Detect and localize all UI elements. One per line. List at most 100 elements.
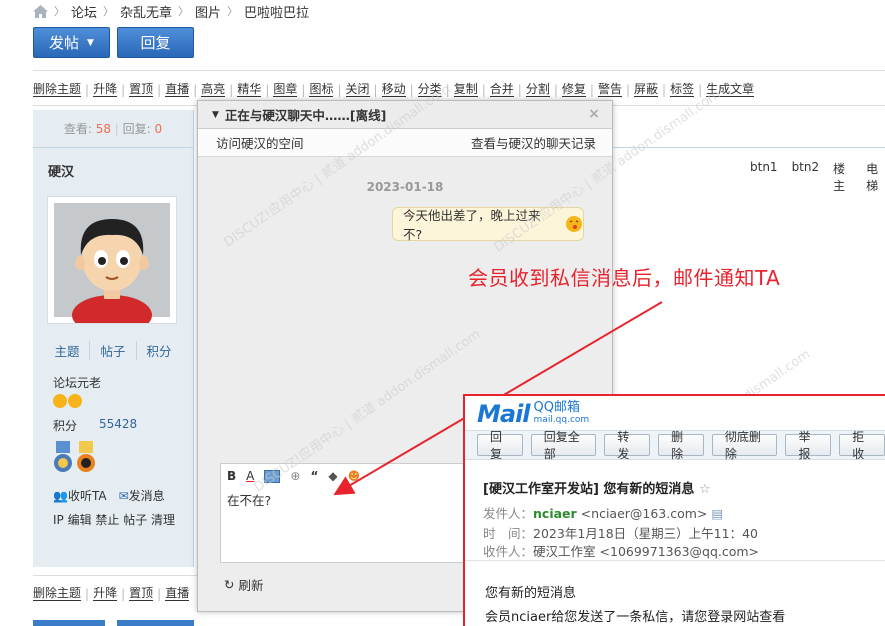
- mod-action[interactable]: 精华: [237, 83, 262, 97]
- chat-title: 正在与硬汉聊天中……[离线]: [224, 108, 387, 123]
- author-name[interactable]: 硬汉: [48, 161, 74, 180]
- mail-forward-button[interactable]: 转发: [604, 430, 651, 461]
- author-rank: 论坛元老: [53, 376, 102, 390]
- medal-icon[interactable]: [76, 441, 96, 473]
- contact-card-icon[interactable]: ▤: [711, 506, 723, 521]
- rank-stars: [53, 394, 82, 408]
- mod-action[interactable]: 置顶: [129, 587, 154, 601]
- mod-action[interactable]: 直播: [165, 83, 190, 97]
- author-link-threads[interactable]: 主题: [44, 341, 89, 360]
- mail-brand-name: QQ邮箱: [533, 400, 580, 415]
- quote-icon[interactable]: “: [310, 469, 318, 483]
- breadcrumb-item[interactable]: 论坛: [71, 2, 97, 21]
- mail-reply-button[interactable]: 回复: [477, 430, 523, 461]
- chat-title-bar[interactable]: ▼ 正在与硬汉聊天中……[离线] ×: [198, 101, 612, 129]
- font-color-icon[interactable]: A: [246, 469, 254, 483]
- mod-action[interactable]: 标签: [670, 83, 695, 97]
- mail-delete-button[interactable]: 删除: [658, 430, 704, 461]
- mod-action[interactable]: 图标: [309, 83, 334, 97]
- reply-button-bottom[interactable]: [117, 620, 194, 626]
- admin-links[interactable]: IP 编辑 禁止 帖子 清理: [53, 511, 175, 528]
- image-icon[interactable]: [264, 469, 281, 483]
- to-label: 收件人：: [483, 544, 534, 559]
- mod-action[interactable]: 复制: [453, 83, 478, 97]
- mod-action[interactable]: 分类: [417, 83, 442, 97]
- chat-history-link[interactable]: 查看与硬汉的聊天记录: [471, 133, 596, 152]
- replies-count: 0: [154, 121, 163, 136]
- from-address: <nciaer@163.com>: [580, 506, 708, 521]
- from-label: 发件人：: [483, 506, 534, 521]
- mod-action[interactable]: 修复: [561, 83, 586, 97]
- mail-body-line: 您有新的短消息: [485, 586, 577, 601]
- mod-action[interactable]: 删除主题: [33, 587, 82, 601]
- mod-action[interactable]: 图章: [273, 83, 298, 97]
- mod-toolbar-bottom: 删除主题 | 升降 | 置顶 | 直播: [33, 586, 190, 601]
- refresh-button[interactable]: ↻ 刷新: [224, 575, 264, 594]
- post-button-label: 发帖: [49, 34, 80, 52]
- author-points: 积分 55428: [53, 417, 137, 434]
- reply-button[interactable]: 回复: [117, 27, 194, 58]
- follow-link[interactable]: 👥收听TA: [53, 487, 107, 504]
- mod-action[interactable]: 分割: [525, 83, 550, 97]
- post-button[interactable]: 发帖 ▼: [33, 27, 110, 58]
- points-label: 积分: [53, 419, 78, 433]
- chevron-right-icon: 〉: [103, 5, 115, 18]
- mod-action[interactable]: 升降: [93, 83, 118, 97]
- replies-label: 回复:: [122, 122, 151, 136]
- mod-action[interactable]: 警告: [597, 83, 622, 97]
- mod-action[interactable]: 合并: [489, 83, 514, 97]
- link-icon[interactable]: ⊕: [290, 469, 300, 483]
- mod-action[interactable]: 屏蔽: [634, 83, 659, 97]
- mod-action[interactable]: 生成文章: [706, 83, 755, 97]
- mod-action[interactable]: 置顶: [129, 83, 154, 97]
- mail-subject-text: [硬汉工作室开发站] 您有新的短消息: [483, 482, 695, 497]
- from-name[interactable]: nciaer: [533, 506, 577, 521]
- mod-toolbar: 删除主题 | 升降 | 置顶 | 直播 | 高亮 | 精华 | 图章 | 图标 | 关闭 | 移动…: [33, 82, 755, 97]
- bold-icon[interactable]: B: [227, 469, 236, 483]
- mod-action[interactable]: 直播: [165, 587, 190, 601]
- kiss-emoji-icon: [566, 216, 583, 232]
- mod-action[interactable]: 移动: [381, 83, 406, 97]
- mail-report-button[interactable]: 举报: [785, 430, 832, 461]
- annotation-text: 会员收到私信消息后，邮件通知TA: [468, 266, 781, 290]
- medal-icon[interactable]: [53, 441, 73, 473]
- elevator-link[interactable]: 电梯: [866, 160, 885, 193]
- author-link-posts[interactable]: 帖子: [89, 341, 135, 360]
- avatar[interactable]: [47, 196, 177, 335]
- thread-stats: 查看: 58 | 回复: 0: [33, 110, 193, 148]
- post-button-bottom[interactable]: [33, 620, 105, 626]
- mod-action[interactable]: 关闭: [345, 83, 370, 97]
- mod-action[interactable]: 删除主题: [33, 83, 82, 97]
- author-actions: 👥收听TA ✉发消息: [53, 487, 165, 504]
- divider: [33, 70, 885, 71]
- mail-purge-button[interactable]: 彻底删除: [711, 430, 778, 461]
- post-button-1[interactable]: btn1: [750, 160, 778, 176]
- mail-brand-domain: mail.qq.com: [533, 415, 590, 425]
- author-link-points[interactable]: 积分: [135, 341, 182, 360]
- post-buttons: btn1 btn2 楼主 电梯: [750, 160, 885, 193]
- points-value: 55428: [99, 417, 138, 431]
- close-icon[interactable]: ×: [588, 106, 600, 122]
- star-icon[interactable]: ☆: [699, 482, 711, 497]
- mail-reject-button[interactable]: 拒收: [839, 430, 885, 461]
- smiley-icon: [68, 394, 82, 408]
- breadcrumb-item[interactable]: 巴啦啦巴拉: [244, 2, 309, 21]
- chevron-right-icon: 〉: [54, 5, 65, 18]
- views-label: 查看:: [63, 122, 92, 136]
- triangle-down-icon[interactable]: ▼: [212, 110, 219, 120]
- mail-to: 收件人：硬汉工作室 <1069971363@qq.com>: [483, 541, 759, 560]
- time-value: 2023年1月18日（星期三）上午11：40: [533, 526, 758, 541]
- visit-space-link[interactable]: 访问硬汉的空间: [216, 133, 304, 152]
- mod-action[interactable]: 高亮: [201, 83, 226, 97]
- mod-action[interactable]: 升降: [93, 587, 118, 601]
- floor-owner-link[interactable]: 楼主: [833, 160, 852, 193]
- send-message-link[interactable]: ✉发消息: [119, 487, 165, 504]
- mail-reply-all-button[interactable]: 回复全部: [530, 430, 597, 461]
- post-button-2[interactable]: btn2: [792, 160, 820, 176]
- mail-logo-text: Mail: [477, 400, 531, 428]
- mail-time: 时 间：2023年1月18日（星期三）上午11：40: [483, 523, 758, 542]
- breadcrumb-item[interactable]: 图片: [195, 2, 221, 21]
- home-icon[interactable]: [33, 4, 48, 18]
- users-icon: 👥: [53, 489, 68, 503]
- breadcrumb-item[interactable]: 杂乱无章: [120, 2, 172, 21]
